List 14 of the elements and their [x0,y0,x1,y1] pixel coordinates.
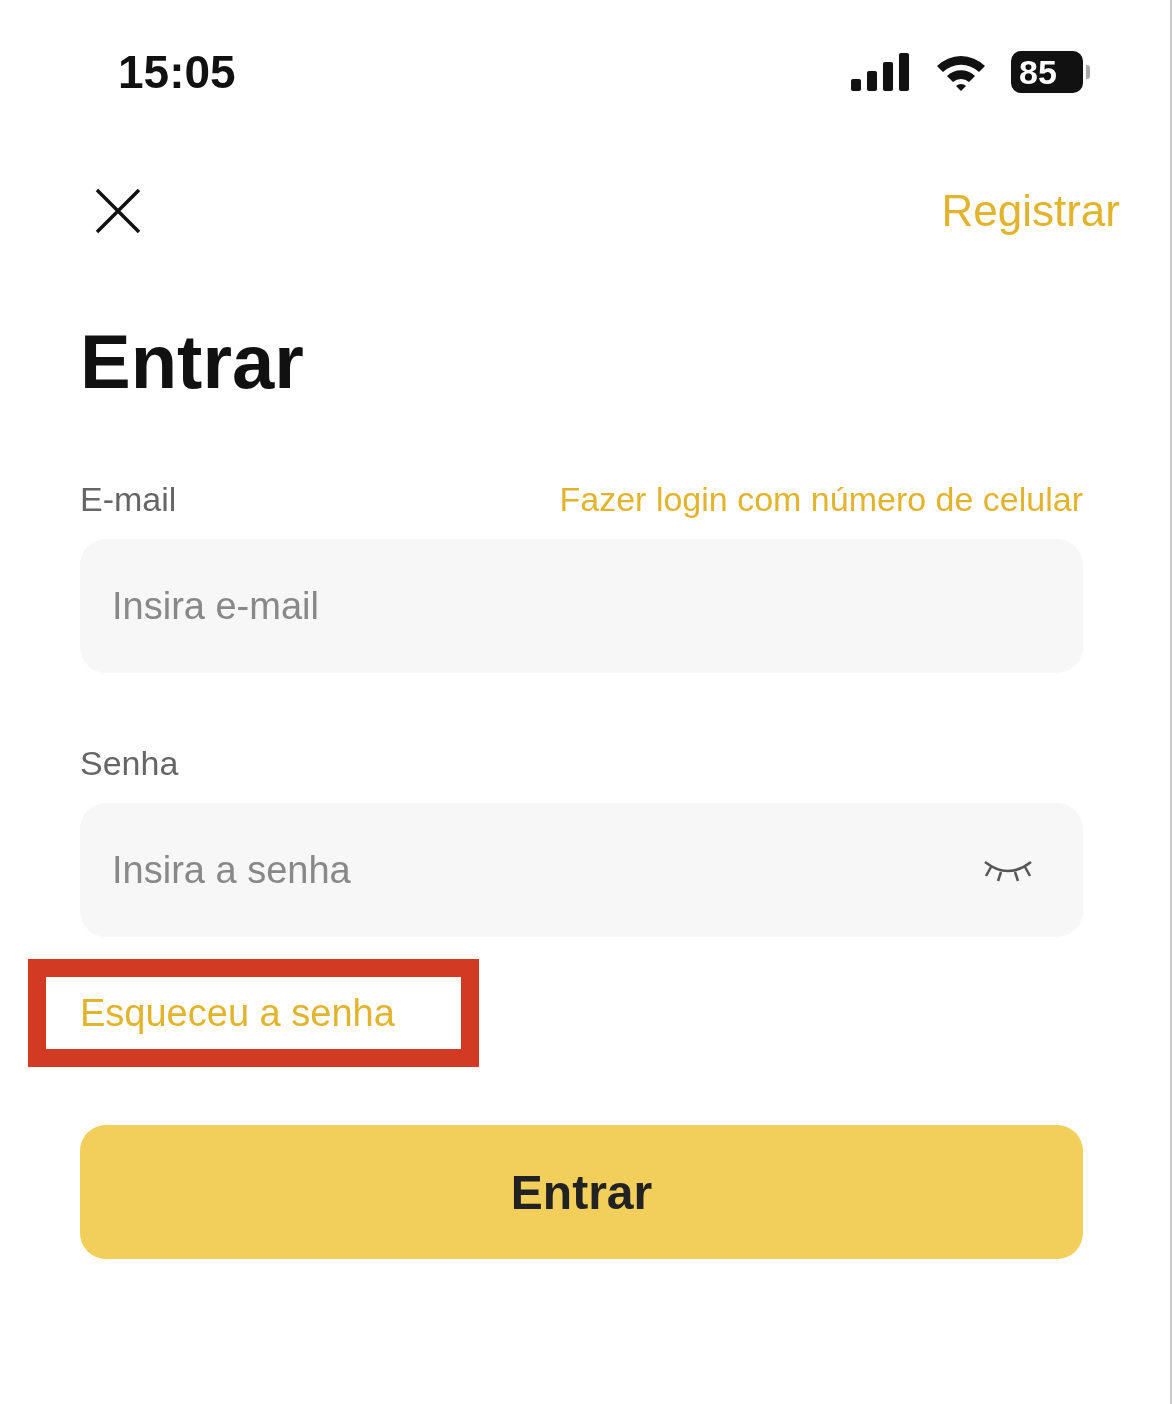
register-link[interactable]: Registrar [941,186,1120,236]
password-field[interactable]: Insira a senha [80,803,1083,938]
page-title: Entrar [80,318,305,406]
forgot-password-link[interactable]: Esqueceu a senha [80,991,395,1035]
password-label: Senha [80,743,179,783]
login-button[interactable]: Entrar [80,1125,1083,1260]
email-label: E-mail [80,479,177,519]
status-time: 15:05 [118,45,236,99]
wifi-icon [935,53,987,91]
email-field[interactable]: Insira e-mail [80,539,1083,674]
phone-login-link[interactable]: Fazer login com número de celular [559,479,1083,519]
closed-eye-icon[interactable] [983,858,1033,883]
signal-icon [851,53,911,91]
close-button[interactable] [94,187,142,235]
